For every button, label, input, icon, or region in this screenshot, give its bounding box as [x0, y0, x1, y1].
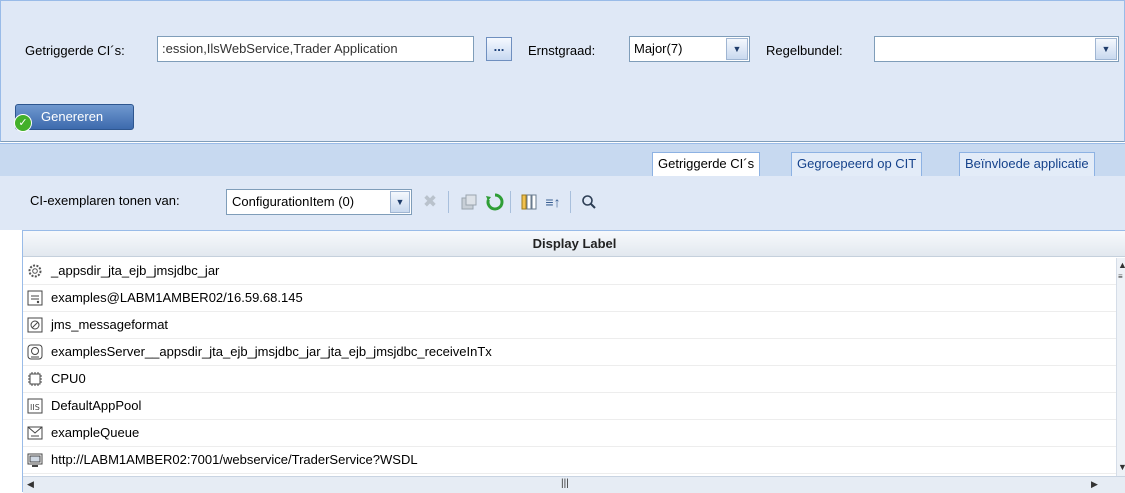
- column-header-display-label[interactable]: Display Label: [23, 231, 1125, 257]
- severity-select[interactable]: Major(7) ▼: [629, 36, 750, 62]
- scroll-grip-icon[interactable]: |||: [561, 478, 569, 489]
- rulebundle-select[interactable]: ▼: [874, 36, 1119, 62]
- row-label: jms_messageformat: [51, 317, 169, 332]
- columns-icon[interactable]: [518, 191, 540, 213]
- scroll-down-icon[interactable]: ▼: [1118, 462, 1125, 472]
- ejb-icon: [27, 344, 43, 360]
- table-row[interactable]: exampleQueue: [23, 420, 1116, 447]
- generate-button-label: Genereren: [41, 109, 104, 124]
- row-label: examples@LABM1AMBER02/16.59.68.145: [51, 290, 303, 305]
- show-instances-label: CI-exemplaren tonen van:: [30, 193, 180, 208]
- form-panel: Getriggerde CI´s: :ession,IlsWebService,…: [0, 0, 1125, 142]
- cpu-icon: [27, 371, 43, 387]
- scroll-left-icon[interactable]: ◀: [27, 479, 34, 490]
- iis-icon: IIS: [27, 398, 43, 414]
- queue-icon: [27, 425, 43, 441]
- module-icon: [27, 317, 43, 333]
- svg-text:IIS: IIS: [30, 403, 40, 412]
- row-label: exampleQueue: [51, 425, 140, 440]
- tab-bar: Getriggerde CI´s Gegroepeerd op CIT Beïn…: [0, 143, 1125, 177]
- show-instances-value: ConfigurationItem (0): [232, 194, 355, 209]
- tab-impacted-application[interactable]: Beïnvloede applicatie: [959, 152, 1095, 176]
- row-label: CPU0: [51, 371, 86, 386]
- ci-grid: Display Label _appsdir_jta_ejb_jmsjdbc_j…: [22, 230, 1125, 493]
- toolbar-separator: [510, 191, 511, 213]
- rulebundle-label: Regelbundel:: [766, 43, 843, 58]
- scroll-grip-icon[interactable]: ≡: [1118, 272, 1123, 281]
- triggered-cis-field[interactable]: :ession,IlsWebService,Trader Application: [157, 36, 474, 62]
- row-label: DefaultAppPool: [51, 398, 142, 413]
- search-icon[interactable]: [578, 191, 600, 213]
- scroll-up-icon[interactable]: ▲: [1118, 260, 1125, 270]
- row-label: _appsdir_jta_ejb_jmsjdbc_jar: [51, 263, 220, 278]
- horizontal-scrollbar[interactable]: ◀ ||| ▶: [23, 476, 1125, 493]
- delete-icon[interactable]: ✖: [419, 191, 441, 213]
- table-row[interactable]: jms_messageformat: [23, 312, 1116, 339]
- table-row[interactable]: http://LABM1AMBER02:7001/webservice/Trad…: [23, 447, 1116, 474]
- check-icon: ✓: [14, 114, 32, 132]
- toolbar-separator: [448, 191, 449, 213]
- row-label: examplesServer__appsdir_jta_ejb_jmsjdbc_…: [51, 344, 492, 359]
- tab-triggered-cis[interactable]: Getriggerde CI´s: [652, 152, 761, 177]
- toolbar-separator: [570, 191, 571, 213]
- severity-value: Major(7): [634, 41, 683, 56]
- triggered-cis-label: Getriggerde CI´s:: [25, 43, 125, 58]
- browse-cis-button[interactable]: ...: [486, 37, 512, 61]
- vertical-scrollbar[interactable]: ▲ ≡ ▼: [1116, 258, 1125, 476]
- refresh-icon[interactable]: [484, 191, 506, 213]
- generate-button[interactable]: ✓ Genereren: [14, 104, 134, 132]
- toolbar: CI-exemplaren tonen van: ConfigurationIt…: [0, 176, 1125, 230]
- table-row[interactable]: _appsdir_jta_ejb_jmsjdbc_jar: [23, 258, 1116, 285]
- severity-label: Ernstgraad:: [528, 43, 596, 58]
- webservice-icon: [27, 452, 43, 468]
- sort-icon[interactable]: ≡↑: [542, 191, 564, 213]
- chevron-down-icon[interactable]: ▼: [390, 191, 410, 213]
- gear-icon: [27, 263, 43, 279]
- chevron-down-icon[interactable]: ▼: [726, 38, 748, 60]
- server-icon: [27, 290, 43, 306]
- row-label: http://LABM1AMBER02:7001/webservice/Trad…: [51, 452, 418, 467]
- table-row[interactable]: examples@LABM1AMBER02/16.59.68.145: [23, 285, 1116, 312]
- table-row[interactable]: IIS DefaultAppPool: [23, 393, 1116, 420]
- scroll-right-icon[interactable]: ▶: [1091, 479, 1098, 490]
- tab-grouped-by-cit[interactable]: Gegroepeerd op CIT: [791, 152, 923, 176]
- chevron-down-icon[interactable]: ▼: [1095, 38, 1117, 60]
- properties-icon[interactable]: [458, 191, 480, 213]
- show-instances-select[interactable]: ConfigurationItem (0) ▼: [226, 189, 412, 215]
- table-row[interactable]: CPU0: [23, 366, 1116, 393]
- table-row[interactable]: examplesServer__appsdir_jta_ejb_jmsjdbc_…: [23, 339, 1116, 366]
